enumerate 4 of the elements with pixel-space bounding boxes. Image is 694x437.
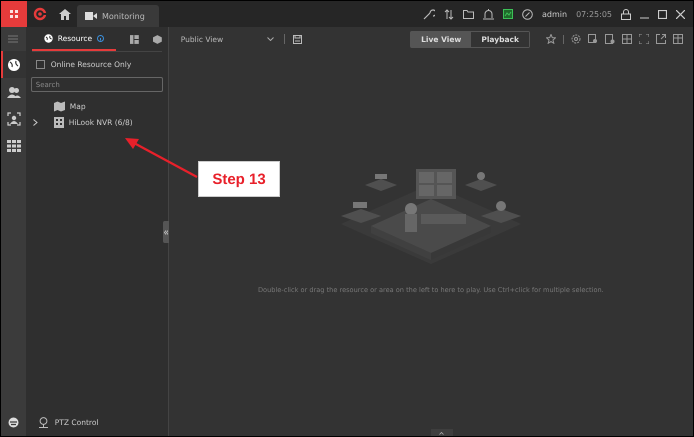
user-name[interactable]: admin (542, 10, 568, 18)
monitoring-tab[interactable]: Monitoring (77, 5, 159, 27)
clock-time: 07:25:05 (576, 10, 612, 18)
step-callout: Step 13 (198, 161, 280, 197)
